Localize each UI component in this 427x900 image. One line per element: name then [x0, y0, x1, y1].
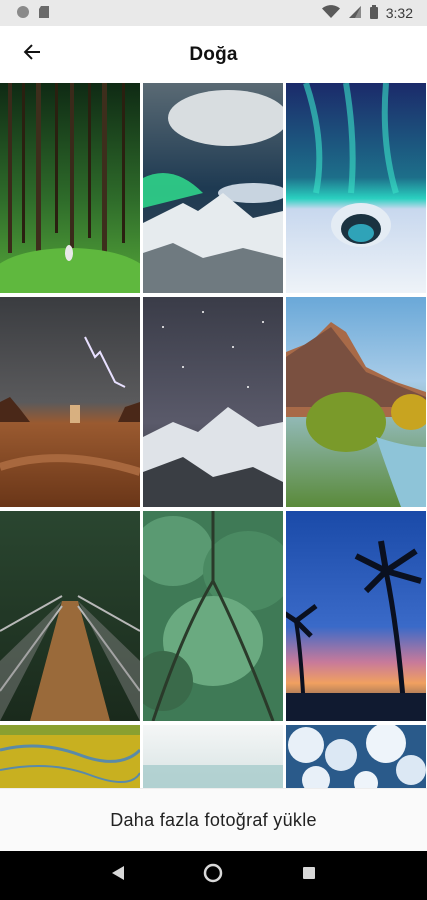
photo-tile[interactable]	[0, 511, 140, 721]
arrow-back-icon	[22, 42, 42, 67]
photo-grid[interactable]	[0, 83, 427, 788]
photo-tile[interactable]	[286, 511, 426, 721]
nav-back-button[interactable]	[98, 856, 138, 896]
photo-suspension-bridge	[0, 511, 140, 721]
status-right: 3:32	[321, 4, 413, 22]
photo-tile[interactable]	[0, 725, 140, 788]
photo-tile[interactable]	[286, 83, 426, 293]
status-left	[16, 5, 50, 22]
status-bar: 3:32	[0, 0, 427, 26]
nav-home-button[interactable]	[193, 856, 233, 896]
cell-signal-icon	[348, 5, 362, 22]
photo-palm-sunset	[286, 511, 426, 721]
page-title: Doğa	[189, 43, 238, 65]
app-bar: Doğa	[0, 26, 427, 83]
back-button[interactable]	[12, 34, 52, 74]
photo-starry-mountain	[143, 297, 283, 507]
photo-aurora-mountains	[143, 83, 283, 293]
system-nav-bar	[0, 851, 427, 900]
photo-tile[interactable]	[286, 725, 426, 788]
home-circle-icon	[203, 863, 223, 888]
nav-recents-button[interactable]	[289, 856, 329, 896]
sd-card-icon	[38, 5, 50, 22]
back-triangle-icon	[111, 865, 125, 886]
battery-icon	[369, 4, 378, 22]
photo-tile[interactable]	[143, 511, 283, 721]
photo-canyon-river	[286, 297, 426, 507]
photo-misty-sea	[143, 725, 283, 788]
photo-tile[interactable]	[143, 297, 283, 507]
photo-tree-canopy	[143, 511, 283, 721]
photo-tile[interactable]	[286, 297, 426, 507]
load-more-label: Daha fazla fotoğraf yükle	[110, 809, 317, 830]
notification-dot-icon	[16, 5, 30, 22]
photo-forest	[0, 83, 140, 293]
photo-aurora-ice-cave	[286, 83, 426, 293]
load-more-button[interactable]: Daha fazla fotoğraf yükle	[0, 788, 427, 851]
status-time: 3:32	[385, 5, 413, 21]
photo-tile[interactable]	[143, 83, 283, 293]
photo-tile[interactable]	[0, 297, 140, 507]
photo-snowy-trees	[286, 725, 426, 788]
photo-desert-lightning	[0, 297, 140, 507]
photo-yellow-meadow	[0, 725, 140, 788]
photo-tile[interactable]	[143, 725, 283, 788]
wifi-icon	[321, 4, 340, 22]
recents-square-icon	[302, 866, 316, 885]
photo-tile[interactable]	[0, 83, 140, 293]
